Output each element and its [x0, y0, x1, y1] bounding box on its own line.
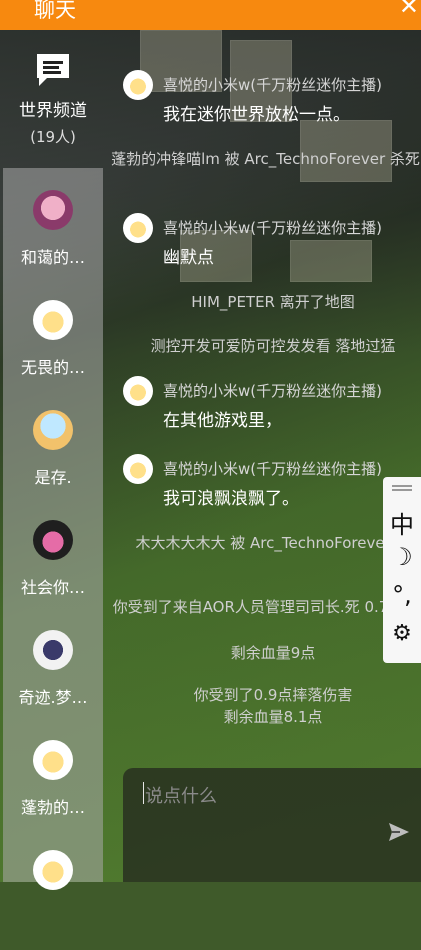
- ime-language-button[interactable]: 中: [383, 505, 421, 540]
- world-channel-count: (19人): [30, 128, 76, 146]
- moon-icon[interactable]: ☽: [383, 543, 421, 571]
- friend-name: 蓬勃的…: [20, 798, 85, 817]
- friend-list: 和蔼的… 无畏的… 是存. 社会你… 奇迹.梦… 蓬勃的…: [3, 168, 103, 890]
- system-message: 测控开发可爱防可控发发看 落地过猛: [150, 337, 396, 355]
- message-sender: 喜悦的小米w(千万粉丝迷你主播): [163, 76, 382, 94]
- message-sender: 喜悦的小米w(千万粉丝迷你主播): [163, 382, 382, 400]
- avatar: [123, 213, 153, 243]
- friend-item[interactable]: [3, 850, 103, 950]
- world-channel-name: 世界频道: [19, 101, 87, 121]
- friend-name: 是存.: [34, 468, 72, 487]
- punctuation-button[interactable]: °,: [383, 581, 421, 609]
- avatar: [123, 376, 153, 406]
- friend-item[interactable]: 社会你…: [3, 520, 103, 620]
- message-text: 我可浪飘浪飘了。: [163, 489, 299, 509]
- chat-header: 聊天 ✕: [0, 0, 421, 30]
- send-icon[interactable]: [387, 820, 411, 844]
- system-message: 你受到了来自AOR人员管理司司长.死 0.7点伤害: [112, 598, 421, 616]
- text-cursor: [143, 782, 144, 804]
- friend-item[interactable]: 是存.: [3, 410, 103, 510]
- message-list: 喜悦的小米w(千万粉丝迷你主播) 我在迷你世界放松一点。 蓬勃的冲锋喵lm 被 …: [103, 30, 421, 760]
- message-text: 我在迷你世界放松一点。: [163, 105, 350, 125]
- avatar: [33, 850, 73, 890]
- friend-item[interactable]: 和蔼的…: [3, 190, 103, 290]
- friend-name: 无畏的…: [20, 358, 85, 377]
- system-message: 剩余血量8.1点: [223, 708, 323, 726]
- friend-item[interactable]: 无畏的…: [3, 300, 103, 400]
- avatar: [33, 520, 73, 560]
- friend-name: 奇迹.梦…: [18, 688, 88, 707]
- system-message: HIM_PETER 离开了地图: [191, 293, 355, 311]
- message-text: 幽默点: [163, 248, 214, 268]
- ime-toolbar: 中 ☽ °, ⚙: [383, 477, 421, 663]
- message-input[interactable]: 说点什么: [123, 768, 421, 882]
- system-message: 蓬勃的冲锋喵lm 被 Arc_TechnoForever 杀死了: [111, 150, 421, 168]
- avatar: [123, 454, 153, 484]
- gear-icon[interactable]: ⚙: [383, 621, 421, 646]
- world-channel-tab[interactable]: 世界频道 (19人): [3, 30, 103, 168]
- header-title: 聊天: [34, 0, 76, 22]
- message-text: 在其他游戏里，: [163, 411, 282, 431]
- avatar: [33, 190, 73, 230]
- channel-sidebar: 世界频道 (19人) 和蔼的… 无畏的… 是存. 社会你… 奇迹.梦… 蓬勃的…: [3, 30, 103, 890]
- drag-handle[interactable]: [392, 485, 412, 487]
- friend-name: 和蔼的…: [20, 248, 85, 267]
- message-input-placeholder: 说点什么: [145, 786, 217, 807]
- message-sender: 喜悦的小米w(千万粉丝迷你主播): [163, 460, 382, 478]
- avatar: [33, 630, 73, 670]
- system-message: 剩余血量9点: [230, 644, 316, 662]
- message-sender: 喜悦的小米w(千万粉丝迷你主播): [163, 219, 382, 237]
- friend-name: 社会你…: [20, 578, 85, 597]
- friend-item[interactable]: 奇迹.梦…: [3, 630, 103, 730]
- avatar: [33, 410, 73, 450]
- avatar: [33, 300, 73, 340]
- system-message: 木大木大木大 被 Arc_TechnoForever 了: [135, 534, 411, 552]
- avatar: [33, 740, 73, 780]
- chat-bubble-icon: [37, 54, 69, 86]
- close-icon[interactable]: ✕: [399, 0, 419, 18]
- friend-item[interactable]: 蓬勃的…: [3, 740, 103, 840]
- system-message: 你受到了0.9点摔落伤害: [193, 686, 353, 704]
- avatar: [123, 70, 153, 100]
